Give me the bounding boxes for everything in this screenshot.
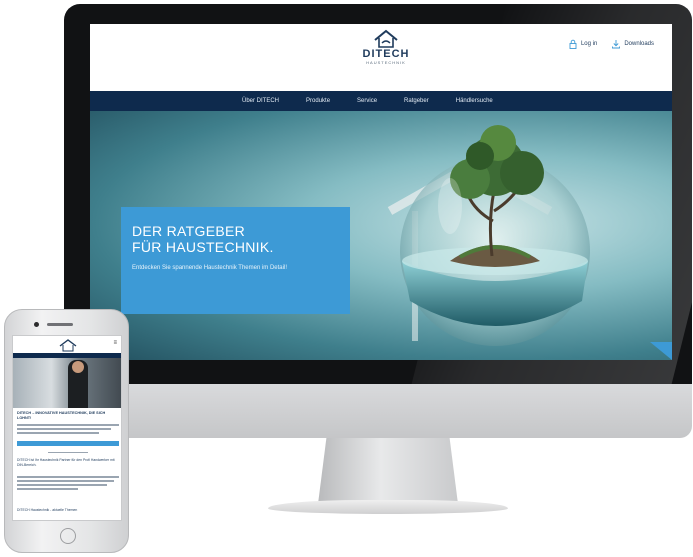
phone-mockup: ≡ DITECH – INNOVATIVE HAUSTECHNIK, DIE S… [4, 309, 129, 553]
hero-globe-tree-image [387, 125, 590, 346]
phone-speaker [47, 323, 73, 326]
monitor-foot [268, 500, 508, 514]
mobile-logo-icon [59, 339, 77, 352]
nav-item-guide[interactable]: Ratgeber [404, 98, 429, 104]
downloads-link[interactable]: Downloads [611, 39, 654, 49]
login-link[interactable]: Log in [568, 39, 597, 49]
login-label: Log in [580, 41, 598, 47]
mobile-paragraph-lines [17, 424, 119, 436]
hero-title: DER RATGEBER FÜR HAUSTECHNIK. [132, 223, 274, 255]
main-nav: Über DITECH Produkte Service Ratgeber Hä… [90, 91, 672, 111]
downloads-label: Downloads [624, 41, 654, 47]
nav-item-dealer-search[interactable]: Händlersuche [456, 98, 493, 104]
monitor-chin [64, 384, 692, 438]
monitor-stand [318, 438, 458, 504]
house-logo-icon [374, 29, 398, 48]
mobile-photo-person-head [72, 361, 84, 373]
nav-item-products[interactable]: Produkte [306, 98, 330, 104]
ditech-logo[interactable]: DITECH HAUSTECHNIK [357, 29, 415, 66]
mobile-text-block: DITECH ist Ihr Haustechnik Partner für d… [17, 458, 115, 467]
logo-name: DITECH [362, 48, 410, 60]
mobile-section-title: DITECH Haustechnik - aktuelle Themen [17, 508, 78, 512]
home-button [60, 528, 76, 544]
download-icon [612, 40, 621, 49]
nav-item-service[interactable]: Service [357, 98, 377, 104]
corner-accent [650, 342, 672, 360]
mobile-heading: DITECH – INNOVATIVE HAUSTECHNIK, DIE SIC… [17, 411, 106, 420]
mobile-cta-button[interactable] [17, 441, 119, 446]
mobile-paragraph-lines-2 [17, 476, 119, 492]
hero-banner: DER RATGEBER FÜR HAUSTECHNIK. Entdecken … [90, 111, 672, 360]
phone-camera [34, 322, 39, 327]
nav-item-about[interactable]: Über DITECH [242, 98, 279, 104]
desktop-website: DITECH HAUSTECHNIK Log in Downloads Über… [90, 24, 672, 360]
mobile-menu-icon[interactable]: ≡ [113, 340, 117, 346]
logo-subtitle: HAUSTECHNIK [366, 60, 406, 65]
mobile-website: ≡ DITECH – INNOVATIVE HAUSTECHNIK, DIE S… [12, 335, 122, 521]
header-links: Log in Downloads [568, 39, 654, 49]
site-header: DITECH HAUSTECHNIK Log in Downloads [90, 24, 672, 91]
lock-icon [569, 39, 577, 49]
hero-text-box[interactable]: DER RATGEBER FÜR HAUSTECHNIK. Entdecken … [121, 207, 350, 314]
mobile-divider [48, 452, 88, 453]
hero-subtitle: Entdecken Sie spannende Haustechnik Them… [132, 265, 287, 271]
